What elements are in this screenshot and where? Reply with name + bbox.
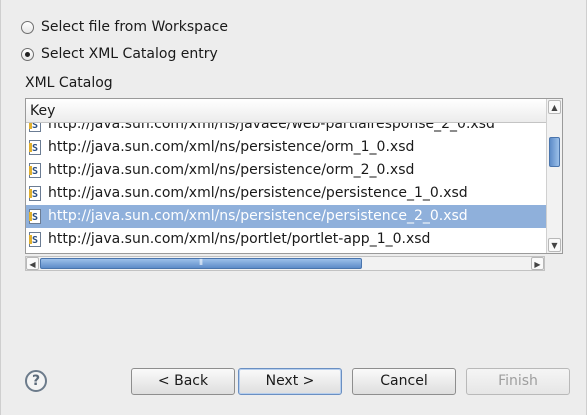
row-key: http://java.sun.com/xml/ns/persistence/o… <box>48 139 415 155</box>
xsd-file-icon: S <box>29 140 41 155</box>
row-key: http://java.sun.com/xml/ns/persistence/p… <box>48 208 468 224</box>
vertical-scroll-thumb[interactable] <box>549 137 560 167</box>
row-key: http://java.sun.com/xml/ns/javaee/web-pa… <box>48 123 495 132</box>
cancel-button[interactable]: Cancel <box>352 368 456 395</box>
horizontal-scrollbar[interactable]: ◀ ⦀ ▶ <box>25 256 545 271</box>
workspace-file-radio[interactable] <box>21 20 34 34</box>
table-row[interactable]: S http://java.sun.com/xml/ns/persistence… <box>26 136 547 159</box>
next-button[interactable]: Next > <box>238 368 342 395</box>
workspace-file-label[interactable]: Select file from Workspace <box>41 19 228 35</box>
row-key: http://java.sun.com/xml/ns/persistence/o… <box>48 162 415 178</box>
table-row[interactable]: S http://java.sun.com/xml/ns/portlet/por… <box>26 228 547 251</box>
table-row-selected[interactable]: S http://java.sun.com/xml/ns/persistence… <box>26 205 547 228</box>
finish-button[interactable]: Finish <box>466 368 570 395</box>
xsd-file-icon: S <box>29 163 41 178</box>
scroll-left-arrow-icon[interactable]: ◀ <box>26 257 39 270</box>
key-column-header[interactable]: Key <box>26 99 547 123</box>
table-row[interactable]: S http://java.sun.com/xml/ns/persistence… <box>26 159 547 182</box>
xml-catalog-label[interactable]: Select XML Catalog entry <box>41 46 218 62</box>
scroll-up-arrow-icon[interactable]: ▲ <box>548 100 561 114</box>
catalog-table[interactable]: Key S http://java.sun.com/xml/ns/javaee/… <box>25 98 563 254</box>
table-row[interactable]: S http://java.sun.com/xml/ns/javaee/web-… <box>26 123 547 136</box>
xsd-file-icon: S <box>29 232 41 247</box>
xml-catalog-radio[interactable] <box>21 47 34 61</box>
horizontal-scroll-thumb[interactable]: ⦀ <box>40 258 362 269</box>
xsd-file-icon: S <box>29 209 41 224</box>
back-button[interactable]: < Back <box>131 368 235 395</box>
wizard-page: Select file from Workspace Select XML Ca… <box>0 0 587 415</box>
catalog-rows: S http://java.sun.com/xml/ns/javaee/web-… <box>26 123 547 253</box>
row-key: http://java.sun.com/xml/ns/persistence/p… <box>48 185 468 201</box>
xml-catalog-section-label: XML Catalog <box>25 75 113 91</box>
xsd-file-icon: S <box>29 186 41 201</box>
xml-catalog-option[interactable]: Select XML Catalog entry <box>21 43 218 65</box>
button-bar: ? < Back Next > Cancel Finish <box>1 368 587 396</box>
row-key: http://java.sun.com/xml/ns/portlet/portl… <box>48 231 431 247</box>
scroll-down-arrow-icon[interactable]: ▼ <box>548 238 561 252</box>
scroll-right-arrow-icon[interactable]: ▶ <box>531 257 544 270</box>
xsd-file-icon: S <box>29 123 41 132</box>
workspace-file-option[interactable]: Select file from Workspace <box>21 16 228 38</box>
vertical-scrollbar[interactable]: ▲ ▼ <box>546 99 562 253</box>
help-icon[interactable]: ? <box>25 370 47 392</box>
key-column-header-label: Key <box>30 103 56 119</box>
table-row[interactable]: S http://java.sun.com/xml/ns/persistence… <box>26 182 547 205</box>
